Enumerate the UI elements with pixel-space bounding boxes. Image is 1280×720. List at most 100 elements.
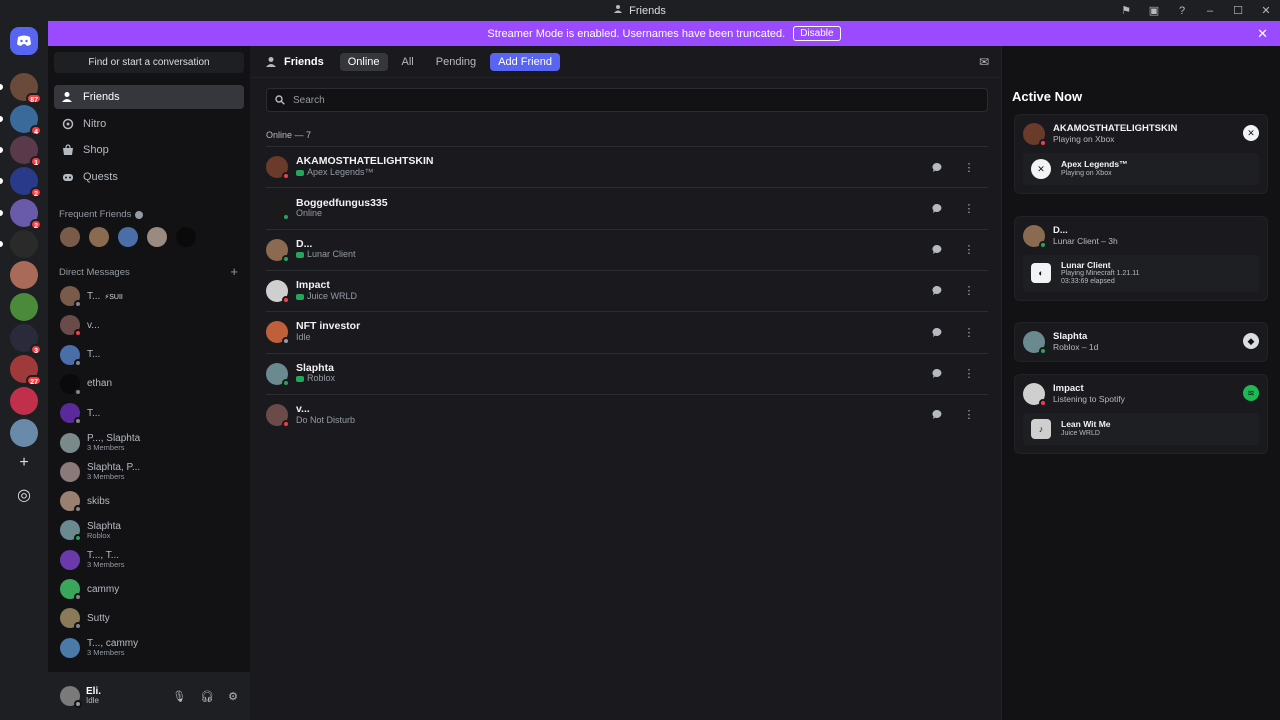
home-button[interactable] (10, 27, 38, 55)
server-icon[interactable] (10, 419, 38, 447)
dm-list-item[interactable]: Slaphta Roblox (54, 516, 244, 544)
frequent-friend-avatar[interactable] (118, 227, 138, 247)
friend-row[interactable]: AKAMOSTHATELIGHTSKIN Apex Legends™ ⋮ (266, 146, 988, 187)
nav-shop[interactable]: Shop (54, 138, 244, 162)
server-icon[interactable]: 2 (0, 199, 42, 230)
friend-row[interactable]: D... Lunar Client ⋮ (266, 228, 988, 270)
frequent-friend-avatar[interactable] (60, 227, 80, 247)
server-icon[interactable]: 2 (0, 167, 42, 198)
message-icon[interactable] (928, 241, 946, 259)
friends-search[interactable]: Search (266, 88, 988, 112)
dm-name: T... (87, 349, 101, 361)
user-avatar[interactable] (60, 686, 82, 708)
message-icon[interactable] (928, 365, 946, 383)
disable-button[interactable]: Disable (793, 26, 841, 41)
add-server-icon[interactable]: + (10, 449, 38, 477)
friend-status-text: Roblox (296, 373, 335, 384)
discover-icon[interactable]: ◎ (10, 481, 38, 509)
close-window-button[interactable]: ✕ (1252, 4, 1280, 17)
friends-icon (614, 4, 624, 17)
more-options-icon[interactable]: ⋮ (960, 323, 978, 341)
avatar (266, 321, 290, 346)
find-conversation-button[interactable]: Find or start a conversation (54, 52, 244, 73)
frequent-friend-avatar[interactable] (147, 227, 167, 247)
close-banner-icon[interactable]: ✕ (1257, 26, 1268, 42)
dm-list-item[interactable]: T... (54, 399, 244, 427)
server-icon[interactable]: 4 (0, 105, 42, 136)
more-options-icon[interactable]: ⋮ (960, 241, 978, 259)
add-friend-button[interactable]: Add Friend (490, 52, 560, 71)
dm-list-item[interactable]: skibs (54, 487, 244, 515)
tab-pending[interactable]: Pending (428, 53, 484, 71)
server-icon[interactable]: 3 (10, 324, 42, 355)
server-icon[interactable]: 27 (10, 355, 42, 386)
nav-quests[interactable]: Quests (54, 165, 244, 189)
info-icon[interactable] (135, 210, 144, 219)
more-options-icon[interactable]: ⋮ (960, 282, 978, 300)
friend-row[interactable]: Impact Juice WRLD ⋮ (266, 269, 988, 311)
active-now-card[interactable]: AKAMOSTHATELIGHTSKIN Playing on Xbox ✕ ✕ Ape… (1014, 114, 1268, 194)
active-now-card[interactable]: Slaphta Roblox – 1d ◆ (1014, 322, 1268, 362)
server-icon[interactable] (0, 230, 38, 258)
friend-row[interactable]: Slaphta Roblox ⋮ (266, 352, 988, 394)
server-icon[interactable] (10, 293, 38, 321)
dm-list-item[interactable]: T... ⚡SUII (54, 282, 244, 310)
mention-badge: 3 (30, 344, 42, 355)
create-dm-icon[interactable]: + (230, 264, 238, 279)
headphones-icon[interactable]: 🎧︎ (200, 690, 214, 703)
microphone-icon[interactable]: 🎙︎ (172, 690, 186, 703)
frequent-friend-avatar[interactable] (89, 227, 109, 247)
message-icon[interactable] (928, 282, 946, 300)
maximize-button[interactable]: ☐ (1224, 4, 1252, 17)
dm-list-item[interactable]: v... (54, 311, 244, 339)
dm-list-item[interactable]: cammy (54, 575, 244, 603)
more-options-icon[interactable]: ⋮ (960, 365, 978, 383)
nav-nitro[interactable]: Nitro (54, 112, 244, 136)
dm-list-item[interactable]: Slaphta, P... 3 Members (54, 458, 244, 486)
server-icon[interactable]: 1 (0, 136, 42, 167)
tab-online[interactable]: Online (339, 52, 388, 71)
friend-row[interactable]: Boggedfungus335 Online ⋮ (266, 187, 988, 228)
more-options-icon[interactable]: ⋮ (960, 199, 978, 217)
screen-icon[interactable]: ▣ (1140, 4, 1168, 17)
active-now-card[interactable]: Impact Listening to Spotify ≋ ♪ Lean Wit Me J… (1014, 374, 1268, 454)
active-now-card[interactable]: D... Lunar Client – 3h ◐ Lunar Client Playin… (1014, 216, 1268, 301)
new-group-dm-icon[interactable]: ✉ (979, 55, 989, 69)
activity-icon (296, 376, 304, 383)
dm-sidebar: Find or start a conversation Friends Nit… (48, 46, 250, 720)
server-icon[interactable]: 87 (0, 73, 42, 104)
message-icon[interactable] (928, 406, 946, 424)
message-icon[interactable] (928, 323, 946, 341)
message-icon[interactable] (928, 199, 946, 217)
activity-detail[interactable]: ♪ Lean Wit Me Juice WRLD (1023, 413, 1259, 445)
activity-detail[interactable]: ✕ Apex Legends™ Playing on Xbox (1023, 153, 1259, 185)
status-indicator (1039, 241, 1047, 249)
message-icon[interactable] (928, 158, 946, 176)
nav-friends[interactable]: Friends (54, 85, 244, 109)
server-icon[interactable] (10, 261, 38, 289)
search-input[interactable]: Search (293, 95, 325, 106)
activity-detail[interactable]: ◐ Lunar Client Playing Minecraft 1.21.11 03… (1023, 255, 1259, 292)
friend-row[interactable]: v... Do Not Disturb ⋮ (266, 393, 988, 435)
dm-list-item[interactable]: P..., Slaphta 3 Members (54, 429, 244, 457)
more-options-icon[interactable]: ⋮ (960, 158, 978, 176)
unread-pill (0, 116, 3, 122)
friend-status-text: Online (296, 208, 323, 219)
inbox-icon[interactable]: ⚑ (1112, 4, 1140, 17)
dm-list-item[interactable]: T..., cammy 3 Members (54, 634, 244, 662)
more-options-icon[interactable]: ⋮ (960, 406, 978, 424)
dm-list-item[interactable]: T... (54, 341, 244, 369)
dm-list-item[interactable]: Sutty (54, 604, 244, 632)
friend-status-text: Do Not Disturb (296, 414, 356, 425)
frequent-friend-avatar[interactable] (176, 227, 196, 247)
help-icon[interactable]: ? (1168, 5, 1196, 17)
tab-all[interactable]: All (394, 53, 422, 71)
dm-list-item[interactable]: T..., T... 3 Members (54, 546, 244, 574)
dm-list-item[interactable]: ethan (54, 370, 244, 398)
minimize-button[interactable]: – (1196, 5, 1224, 17)
friend-row[interactable]: NFT investor Idle ⋮ (266, 311, 988, 352)
settings-gear-icon[interactable]: ⚙ (228, 690, 238, 703)
server-icon[interactable] (10, 387, 38, 415)
lunar-icon: ◐ (1031, 263, 1051, 284)
shop-icon (62, 144, 74, 156)
